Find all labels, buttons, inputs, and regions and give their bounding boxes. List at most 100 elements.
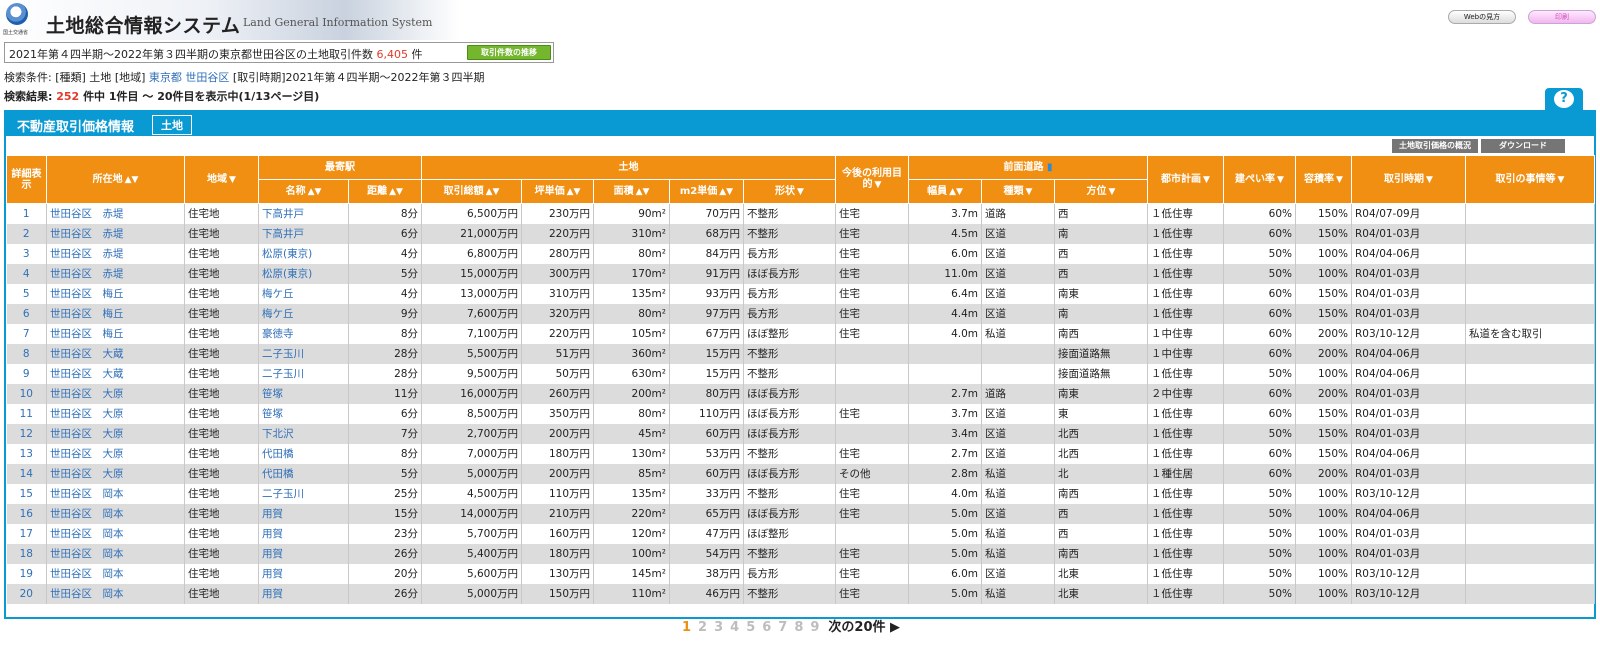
location-link[interactable]: 世田谷区 大原 bbox=[46, 423, 185, 444]
col-road-type[interactable]: 種類 ▼ bbox=[981, 179, 1055, 204]
condition-ward-link[interactable]: 世田谷区 bbox=[185, 71, 229, 84]
page-link[interactable]: 2 bbox=[698, 620, 707, 635]
detail-link[interactable]: 3 bbox=[6, 243, 47, 264]
page-link[interactable]: 6 bbox=[762, 620, 771, 635]
print-button[interactable]: 印刷 bbox=[1528, 10, 1596, 24]
detail-link[interactable]: 10 bbox=[6, 383, 47, 404]
station-link[interactable]: 松原(東京) bbox=[258, 263, 349, 284]
detail-link[interactable]: 2 bbox=[6, 223, 47, 244]
location-link[interactable]: 世田谷区 大原 bbox=[46, 443, 185, 464]
location-link[interactable]: 世田谷区 梅丘 bbox=[46, 283, 185, 304]
detail-link[interactable]: 20 bbox=[6, 583, 47, 604]
col-shape[interactable]: 形状 ▼ bbox=[743, 179, 836, 204]
chart-icon[interactable]: ▮ bbox=[1047, 162, 1053, 173]
download-button[interactable]: ダウンロード bbox=[1481, 139, 1565, 153]
page-link[interactable]: 8 bbox=[794, 620, 803, 635]
location-link[interactable]: 世田谷区 岡本 bbox=[46, 483, 185, 504]
col-width[interactable]: 幅員 ▲▼ bbox=[908, 179, 982, 204]
col-location[interactable]: 所在地 ▲▼ bbox=[46, 155, 185, 204]
location-link[interactable]: 世田谷区 梅丘 bbox=[46, 323, 185, 344]
col-distance[interactable]: 距離 ▲▼ bbox=[348, 179, 422, 204]
location-link[interactable]: 世田谷区 大蔵 bbox=[46, 343, 185, 364]
detail-link[interactable]: 18 bbox=[6, 543, 47, 564]
far-cell: 150% bbox=[1295, 403, 1352, 424]
location-link[interactable]: 世田谷区 赤堤 bbox=[46, 263, 185, 284]
station-link[interactable]: 用賀 bbox=[258, 543, 349, 564]
station-link[interactable]: 用賀 bbox=[258, 523, 349, 544]
detail-link[interactable]: 13 bbox=[6, 443, 47, 464]
detail-link[interactable]: 16 bbox=[6, 503, 47, 524]
col-m2-price[interactable]: m2単価 ▲▼ bbox=[669, 179, 744, 204]
station-link[interactable]: 下北沢 bbox=[258, 423, 349, 444]
location-link[interactable]: 世田谷区 大原 bbox=[46, 463, 185, 484]
page-link[interactable]: 7 bbox=[778, 620, 787, 635]
station-link[interactable]: 代田橋 bbox=[258, 443, 349, 464]
location-link[interactable]: 世田谷区 梅丘 bbox=[46, 303, 185, 324]
page-link[interactable]: 9 bbox=[810, 620, 819, 635]
detail-link[interactable]: 6 bbox=[6, 303, 47, 324]
detail-link[interactable]: 1 bbox=[6, 203, 47, 224]
location-link[interactable]: 世田谷区 赤堤 bbox=[46, 203, 185, 224]
web-guide-button[interactable]: Webの見方 bbox=[1448, 10, 1516, 24]
detail-link[interactable]: 11 bbox=[6, 403, 47, 424]
location-link[interactable]: 世田谷区 大原 bbox=[46, 403, 185, 424]
location-link[interactable]: 世田谷区 岡本 bbox=[46, 523, 185, 544]
detail-link[interactable]: 19 bbox=[6, 563, 47, 584]
location-link[interactable]: 世田谷区 岡本 bbox=[46, 543, 185, 564]
detail-link[interactable]: 12 bbox=[6, 423, 47, 444]
col-station-name[interactable]: 名称 ▲▼ bbox=[258, 179, 349, 204]
station-link[interactable]: 下高井戸 bbox=[258, 223, 349, 244]
station-link[interactable]: 用賀 bbox=[258, 503, 349, 524]
col-far[interactable]: 容積率 ▼ bbox=[1295, 155, 1352, 204]
location-link[interactable]: 世田谷区 岡本 bbox=[46, 503, 185, 524]
next-page-link[interactable]: 次の20件 ▶ bbox=[828, 620, 900, 635]
col-direction[interactable]: 方位 ▼ bbox=[1054, 179, 1148, 204]
station-link[interactable]: 豪徳寺 bbox=[258, 323, 349, 344]
page-link[interactable]: 4 bbox=[730, 620, 739, 635]
detail-link[interactable]: 15 bbox=[6, 483, 47, 504]
station-link[interactable]: 用賀 bbox=[258, 563, 349, 584]
station-link[interactable]: 下高井戸 bbox=[258, 203, 349, 224]
detail-link[interactable]: 8 bbox=[6, 343, 47, 364]
page-link[interactable]: 3 bbox=[714, 620, 723, 635]
col-notes[interactable]: 取引の事情等 ▼ bbox=[1465, 155, 1595, 204]
col-city-plan[interactable]: 都市計画 ▼ bbox=[1147, 155, 1224, 204]
detail-link[interactable]: 14 bbox=[6, 463, 47, 484]
detail-link[interactable]: 9 bbox=[6, 363, 47, 384]
condition-prefecture-link[interactable]: 東京都 bbox=[149, 71, 182, 84]
station-link[interactable]: 二子玉川 bbox=[258, 363, 349, 384]
location-link[interactable]: 世田谷区 大原 bbox=[46, 383, 185, 404]
location-link[interactable]: 世田谷区 岡本 bbox=[46, 583, 185, 604]
col-period[interactable]: 取引時期 ▼ bbox=[1351, 155, 1466, 204]
col-area[interactable]: 面積 ▲▼ bbox=[593, 179, 670, 204]
location-link[interactable]: 世田谷区 赤堤 bbox=[46, 223, 185, 244]
col-purpose[interactable]: 今後の利用目的 ▼ bbox=[835, 155, 909, 204]
station-link[interactable]: 二子玉川 bbox=[258, 343, 349, 364]
station-link[interactable]: 代田橋 bbox=[258, 463, 349, 484]
land-price-overview-button[interactable]: 土地取引価格の概況 bbox=[1392, 139, 1478, 153]
location-link[interactable]: 世田谷区 岡本 bbox=[46, 563, 185, 584]
page-link[interactable]: 5 bbox=[746, 620, 755, 635]
location-link[interactable]: 世田谷区 赤堤 bbox=[46, 243, 185, 264]
trend-button[interactable]: 取引件数の推移 bbox=[467, 45, 551, 60]
detail-link[interactable]: 4 bbox=[6, 263, 47, 284]
page-link[interactable]: 1 bbox=[682, 620, 691, 635]
detail-link[interactable]: 17 bbox=[6, 523, 47, 544]
location-link[interactable]: 世田谷区 大蔵 bbox=[46, 363, 185, 384]
col-total[interactable]: 取引総額 ▲▼ bbox=[421, 179, 522, 204]
help-icon[interactable]: ? bbox=[1554, 90, 1574, 108]
col-area-type[interactable]: 地域 ▼ bbox=[184, 155, 259, 204]
col-coverage[interactable]: 建ぺい率 ▼ bbox=[1223, 155, 1296, 204]
station-link[interactable]: 用賀 bbox=[258, 583, 349, 604]
station-link[interactable]: 梅ケ丘 bbox=[258, 303, 349, 324]
station-link[interactable]: 松原(東京) bbox=[258, 243, 349, 264]
station-link[interactable]: 梅ケ丘 bbox=[258, 283, 349, 304]
station-link[interactable]: 笹塚 bbox=[258, 403, 349, 424]
direction-cell: 西 bbox=[1054, 523, 1148, 544]
detail-link[interactable]: 7 bbox=[6, 323, 47, 344]
detail-link[interactable]: 5 bbox=[6, 283, 47, 304]
station-link[interactable]: 二子玉川 bbox=[258, 483, 349, 504]
col-tsubo[interactable]: 坪単価 ▲▼ bbox=[521, 179, 594, 204]
help-tab[interactable]: ? bbox=[1545, 88, 1583, 110]
station-link[interactable]: 笹塚 bbox=[258, 383, 349, 404]
